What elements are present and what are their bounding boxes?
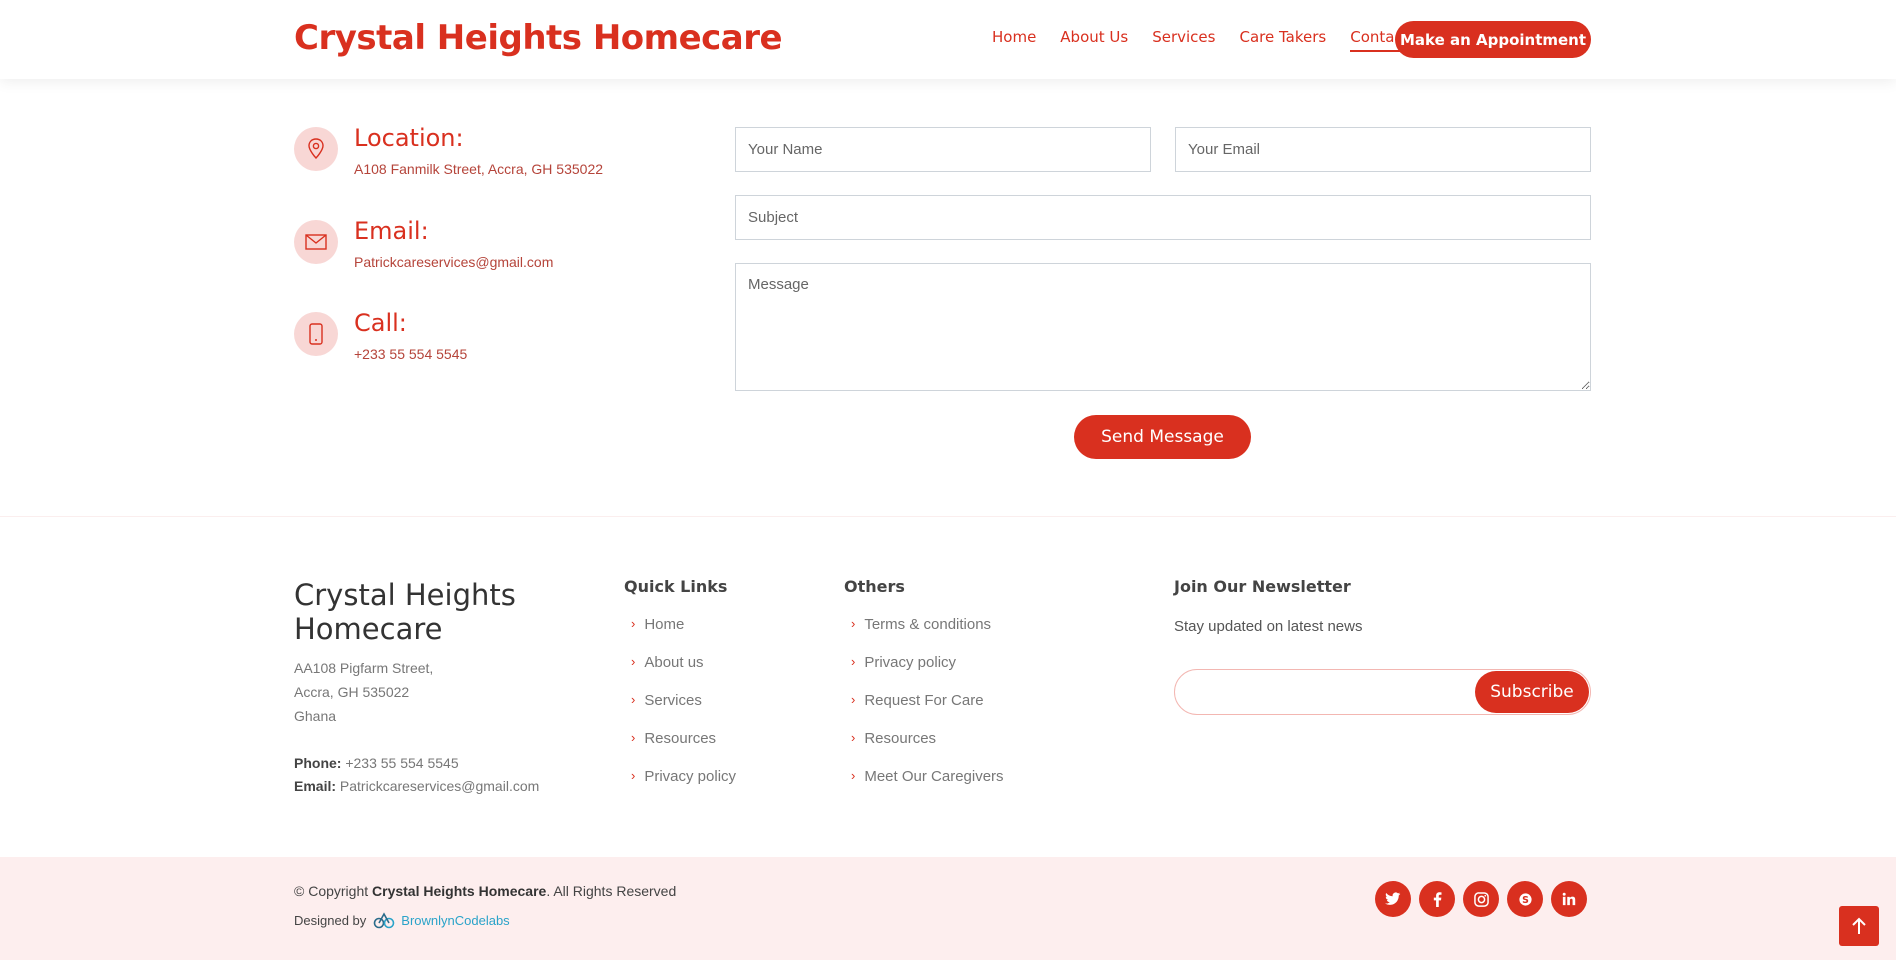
footer-address: AA108 Pigfarm Street, Accra, GH 535022 G… — [294, 656, 433, 728]
nav-services[interactable]: Services — [1152, 28, 1215, 52]
email-title: Email: — [354, 217, 429, 245]
quick-link-services[interactable]: › Services — [624, 692, 736, 730]
other-link-resources[interactable]: › Resources — [844, 730, 1004, 768]
twitter-icon[interactable] — [1375, 881, 1411, 917]
facebook-icon[interactable] — [1419, 881, 1455, 917]
phone-value: +233 55 554 5545 — [345, 755, 459, 771]
location-text: A108 Fanmilk Street, Accra, GH 535022 — [354, 161, 604, 177]
subscribe-button[interactable]: Subscribe — [1475, 671, 1589, 713]
chevron-right-icon: › — [851, 616, 856, 631]
link-label: Privacy policy — [864, 654, 957, 671]
newsletter-title: Join Our Newsletter — [1174, 577, 1351, 596]
link-label: Terms & conditions — [864, 616, 992, 633]
footer-bottom — [0, 857, 1896, 960]
arrow-up-icon — [1852, 917, 1866, 934]
skype-icon[interactable]: S — [1507, 881, 1543, 917]
newsletter-email-input[interactable] — [1191, 680, 1441, 704]
footer-brand-line1: Crystal Heights — [294, 578, 516, 612]
designed-by: Designed by BrownlynCodelabs — [294, 911, 510, 929]
other-link-request-care[interactable]: › Request For Care — [844, 692, 1004, 730]
address-line: AA108 Pigfarm Street, — [294, 660, 434, 676]
envelope-icon — [294, 220, 338, 264]
back-to-top-button[interactable] — [1839, 906, 1879, 946]
message-field[interactable] — [735, 263, 1591, 391]
phone-icon — [294, 312, 338, 356]
link-label: Resources — [644, 730, 717, 747]
other-link-caregivers[interactable]: › Meet Our Caregivers — [844, 768, 1004, 806]
name-field[interactable] — [735, 127, 1151, 172]
address-line: Accra, GH 535022 — [294, 684, 410, 700]
email-field[interactable] — [1175, 127, 1591, 172]
nav-home[interactable]: Home — [992, 28, 1036, 52]
call-title: Call: — [354, 309, 407, 337]
location-pin-icon — [294, 127, 338, 171]
link-label: Privacy policy — [644, 768, 737, 785]
social-links: S — [1375, 881, 1587, 917]
link-label: Home — [644, 616, 685, 633]
subject-field[interactable] — [735, 195, 1591, 240]
copyright: © Copyright Crystal Heights Homecare. Al… — [294, 883, 676, 899]
footer-brand: Crystal Heights Homecare — [294, 578, 516, 646]
copyright-prefix: © Copyright — [294, 883, 369, 899]
chevron-right-icon: › — [851, 768, 856, 783]
chevron-right-icon: › — [851, 692, 856, 707]
copyright-brand: Crystal Heights Homecare — [372, 883, 547, 899]
chevron-right-icon: › — [631, 616, 636, 631]
footer-contact: Phone: +233 55 554 5545 Email: Patrickca… — [294, 752, 539, 798]
others-list: › Terms & conditions › Privacy policy › Req… — [844, 616, 1004, 806]
footer-brand-line2: Homecare — [294, 612, 443, 646]
link-label: About us — [644, 654, 704, 671]
quick-links-title: Quick Links — [624, 577, 728, 596]
chevron-right-icon: › — [631, 692, 636, 707]
linkedin-icon[interactable] — [1551, 881, 1587, 917]
call-text[interactable]: +233 55 554 5545 — [354, 346, 467, 362]
make-appointment-button[interactable]: Make an Appointment — [1395, 21, 1591, 58]
quick-link-about[interactable]: › About us — [624, 654, 736, 692]
link-label: Resources — [864, 730, 937, 747]
chevron-right-icon: › — [631, 730, 636, 745]
designer-logo-icon — [373, 911, 395, 929]
address-line: Ghana — [294, 708, 337, 724]
nav-care-takers[interactable]: Care Takers — [1239, 28, 1326, 52]
chevron-right-icon: › — [851, 730, 856, 745]
main-nav: Home About Us Services Care Takers Conta… — [992, 28, 1433, 52]
other-link-privacy[interactable]: › Privacy policy — [844, 654, 1004, 692]
chevron-right-icon: › — [631, 768, 636, 783]
site-logo[interactable]: Crystal Heights Homecare — [294, 18, 783, 58]
link-label: Request For Care — [864, 692, 984, 709]
location-title: Location: — [354, 124, 464, 152]
newsletter-subtitle: Stay updated on latest news — [1174, 618, 1363, 635]
newsletter-form: Subscribe — [1174, 669, 1591, 715]
send-message-button[interactable]: Send Message — [1074, 415, 1251, 459]
email-label: Email: — [294, 778, 337, 794]
email-text[interactable]: Patrickcareservices@gmail.com — [354, 254, 553, 270]
other-link-terms[interactable]: › Terms & conditions — [844, 616, 1004, 654]
designed-by-label: Designed by — [294, 912, 367, 928]
phone-label: Phone: — [294, 755, 342, 771]
email-value: Patrickcareservices@gmail.com — [339, 778, 540, 794]
others-title: Others — [844, 577, 905, 596]
svg-text:S: S — [1522, 894, 1529, 905]
chevron-right-icon: › — [851, 654, 856, 669]
instagram-icon[interactable] — [1463, 881, 1499, 917]
link-label: Services — [644, 692, 702, 709]
site-header: Crystal Heights Homecare Home About Us S… — [0, 0, 1896, 79]
nav-about-us[interactable]: About Us — [1060, 28, 1128, 52]
quick-link-home[interactable]: › Home — [624, 616, 736, 654]
quick-links-list: › Home › About us › Services › Resources › Pr… — [624, 616, 736, 806]
chevron-right-icon: › — [631, 654, 636, 669]
copyright-suffix: . All Rights Reserved — [546, 883, 677, 899]
link-label: Meet Our Caregivers — [864, 768, 1004, 785]
quick-link-privacy[interactable]: › Privacy policy — [624, 768, 736, 806]
designer-link[interactable]: BrownlynCodelabs — [401, 913, 509, 928]
quick-link-resources[interactable]: › Resources — [624, 730, 736, 768]
